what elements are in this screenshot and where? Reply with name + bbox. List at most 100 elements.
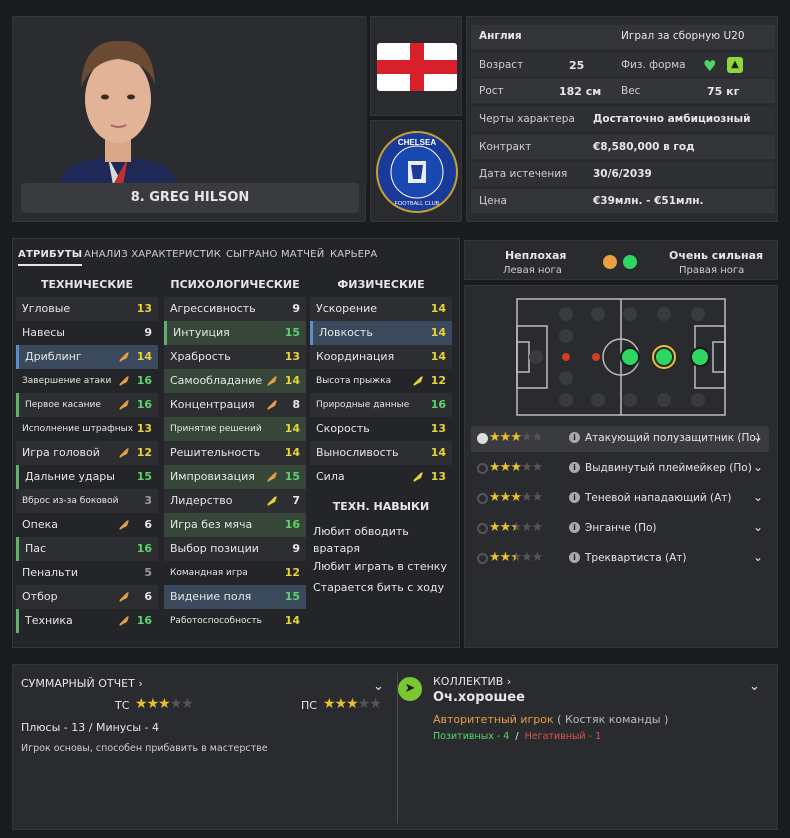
role-radio-icon[interactable] [477,433,488,444]
role-radio-icon[interactable] [477,463,488,474]
mental-attribute-row[interactable]: Работоспособность 14 [164,609,306,633]
attribute-value: 16 [136,614,152,627]
report-expand-icon[interactable]: ⌄ [373,679,384,694]
attribute-value: 8 [292,398,300,411]
trend-arrow-icon [119,520,129,530]
chevron-down-icon[interactable]: ⌄ [753,490,763,504]
star-icon: ★ [510,490,522,505]
tab-attributes[interactable]: АТРИБУТЫ [18,244,83,266]
role-row[interactable]: ★★★★★ i Трекварτиста (Ат) ⌄ [471,546,769,572]
technical-attribute-row[interactable]: Исполнение штрафных 13 [16,417,158,441]
star-icon: ★ [520,430,533,445]
mental-attribute-row[interactable]: Выбор позиции 9 [164,537,306,561]
mental-attribute-row[interactable]: Самообладание 14 [164,369,306,393]
physical-attribute-row[interactable]: Природные данные 16 [310,393,452,417]
club-panel[interactable]: CHELSEA FOOTBALL CLUB [370,120,462,222]
attribute-value: 14 [284,422,300,435]
technical-attribute-row[interactable]: Вброс из-за боковой 3 [16,489,158,513]
technical-attribute-row[interactable]: Пас 16 [16,537,158,561]
star-icon: ★ [369,696,382,712]
technical-attribute-row[interactable]: Завершение атаки 16 [16,369,158,393]
attribute-name: Концентрация [170,398,255,411]
attribute-value: 14 [430,326,446,339]
trait-3: Старается бить с ходу [313,581,445,594]
half-star-icon: ★ [510,550,522,565]
info-row-age: Возраст 25 Физ. форма ♥ ▲ [471,53,775,77]
attribute-name: Вброс из-за боковой [22,496,119,506]
technical-attribute-row[interactable]: Игра головой 12 [16,441,158,465]
info-row-nation: Англия Играл за сборную U20 [471,25,775,49]
role-radio-icon[interactable] [477,493,488,504]
attribute-value: 16 [136,398,152,411]
attribute-name: Импровизация [170,470,255,483]
mental-attribute-row[interactable]: Видение поля 15 [164,585,306,609]
technical-attribute-row[interactable]: Угловые 13 [16,297,158,321]
attribute-value: 9 [292,542,300,555]
mental-attribute-row[interactable]: Концентрация 8 [164,393,306,417]
form-up-icon: ▲ [727,57,743,73]
technical-attribute-row[interactable]: Первое касание 16 [16,393,158,417]
role-row[interactable]: ★★★★★ i Атакующий полузащитник (По) ⌄ [471,426,769,452]
mental-attribute-row[interactable]: Интуиция 15 [164,321,306,345]
chevron-down-icon[interactable]: ⌄ [753,460,763,474]
mental-attribute-row[interactable]: Лидерство 7 [164,489,306,513]
role-row[interactable]: ★★★★★ i Выдвинутый плеймейкер (По) ⌄ [471,456,769,482]
technical-attribute-row[interactable]: Навесы 9 [16,321,158,345]
physical-attribute-row[interactable]: Выносливость 14 [310,441,452,465]
attribute-name: Опека [22,518,59,531]
info-icon[interactable]: i [569,552,580,563]
technical-attribute-row[interactable]: Дриблинг 14 [16,345,158,369]
role-radio-icon[interactable] [477,553,488,564]
info-icon[interactable]: i [569,462,580,473]
mental-attribute-row[interactable]: Агрессивность 9 [164,297,306,321]
portrait-panel: 8. GREG HILSON [12,16,367,222]
mental-column: Агрессивность 9 Интуиция 15 Храбрость 13 Самоо… [164,297,306,633]
physical-attribute-row[interactable]: Координация 14 [310,345,452,369]
physical-attribute-row[interactable]: Ускорение 14 [310,297,452,321]
mental-attribute-row[interactable]: Принятие решений 14 [164,417,306,441]
technical-attribute-row[interactable]: Опека 6 [16,513,158,537]
info-icon[interactable]: i [569,432,580,443]
team-check-icon: ➤ [398,677,422,701]
physical-attribute-row[interactable]: Сила 13 [310,465,452,489]
chevron-down-icon[interactable]: ⌄ [753,520,763,534]
chevron-down-icon[interactable]: ⌄ [753,550,763,564]
physical-attribute-row[interactable]: Ловкость 14 [310,321,452,345]
technical-attribute-row[interactable]: Дальние удары 15 [16,465,158,489]
mental-attribute-row[interactable]: Импровизация 15 [164,465,306,489]
technical-attribute-row[interactable]: Отбор 6 [16,585,158,609]
chevron-down-icon[interactable]: ⌄ [753,430,763,444]
info-icon[interactable]: i [569,522,580,533]
role-name: Теневой нападающий (Ат) [585,492,732,504]
mental-attribute-row[interactable]: Храбрость 13 [164,345,306,369]
attribute-name: Принятие решений [170,424,262,434]
info-icon[interactable]: i [569,492,580,503]
physical-attribute-row[interactable]: Скорость 13 [310,417,452,441]
star-icon: ★ [520,550,533,565]
tab-career[interactable]: КАРЬЕРА [330,244,377,266]
attribute-value: 6 [144,518,152,531]
role-row[interactable]: ★★★★★ i Энганче (По) ⌄ [471,516,769,542]
report-title[interactable]: СУММАРНЫЙ ОТЧЕТ › [21,677,143,690]
team-expand-icon[interactable]: ⌄ [749,679,760,694]
info-row-expiry: Дата истечения 30/6/2039 [471,162,775,186]
mental-attribute-row[interactable]: Игра без мяча 16 [164,513,306,537]
attribute-value: 9 [144,326,152,339]
england-flag-icon [377,43,457,91]
technical-attribute-row[interactable]: Пенальти 5 [16,561,158,585]
role-row[interactable]: ★★★★★ i Теневой нападающий (Ат) ⌄ [471,486,769,512]
mental-attribute-row[interactable]: Командная игра 12 [164,561,306,585]
team-title[interactable]: КОЛЛЕКТИВ › [433,675,511,688]
tab-analysis[interactable]: АНАЛИЗ ХАРАКТЕРИСТИК [84,244,221,266]
player-name-box: 8. GREG HILSON [21,183,359,213]
star-icon: ★ [499,520,512,535]
technical-attribute-row[interactable]: Техника 16 [16,609,158,633]
tab-matches[interactable]: СЫГРАНО МАТЧЕЙ [226,244,324,266]
attribute-name: Навесы [22,326,65,339]
info-row-value: Цена €39млн. - €51млн. [471,189,775,213]
mental-attribute-row[interactable]: Решительность 14 [164,441,306,465]
star-icon: ★ [520,460,533,475]
star-icon: ★ [520,520,533,535]
role-radio-icon[interactable] [477,523,488,534]
physical-attribute-row[interactable]: Высота прыжка 12 [310,369,452,393]
